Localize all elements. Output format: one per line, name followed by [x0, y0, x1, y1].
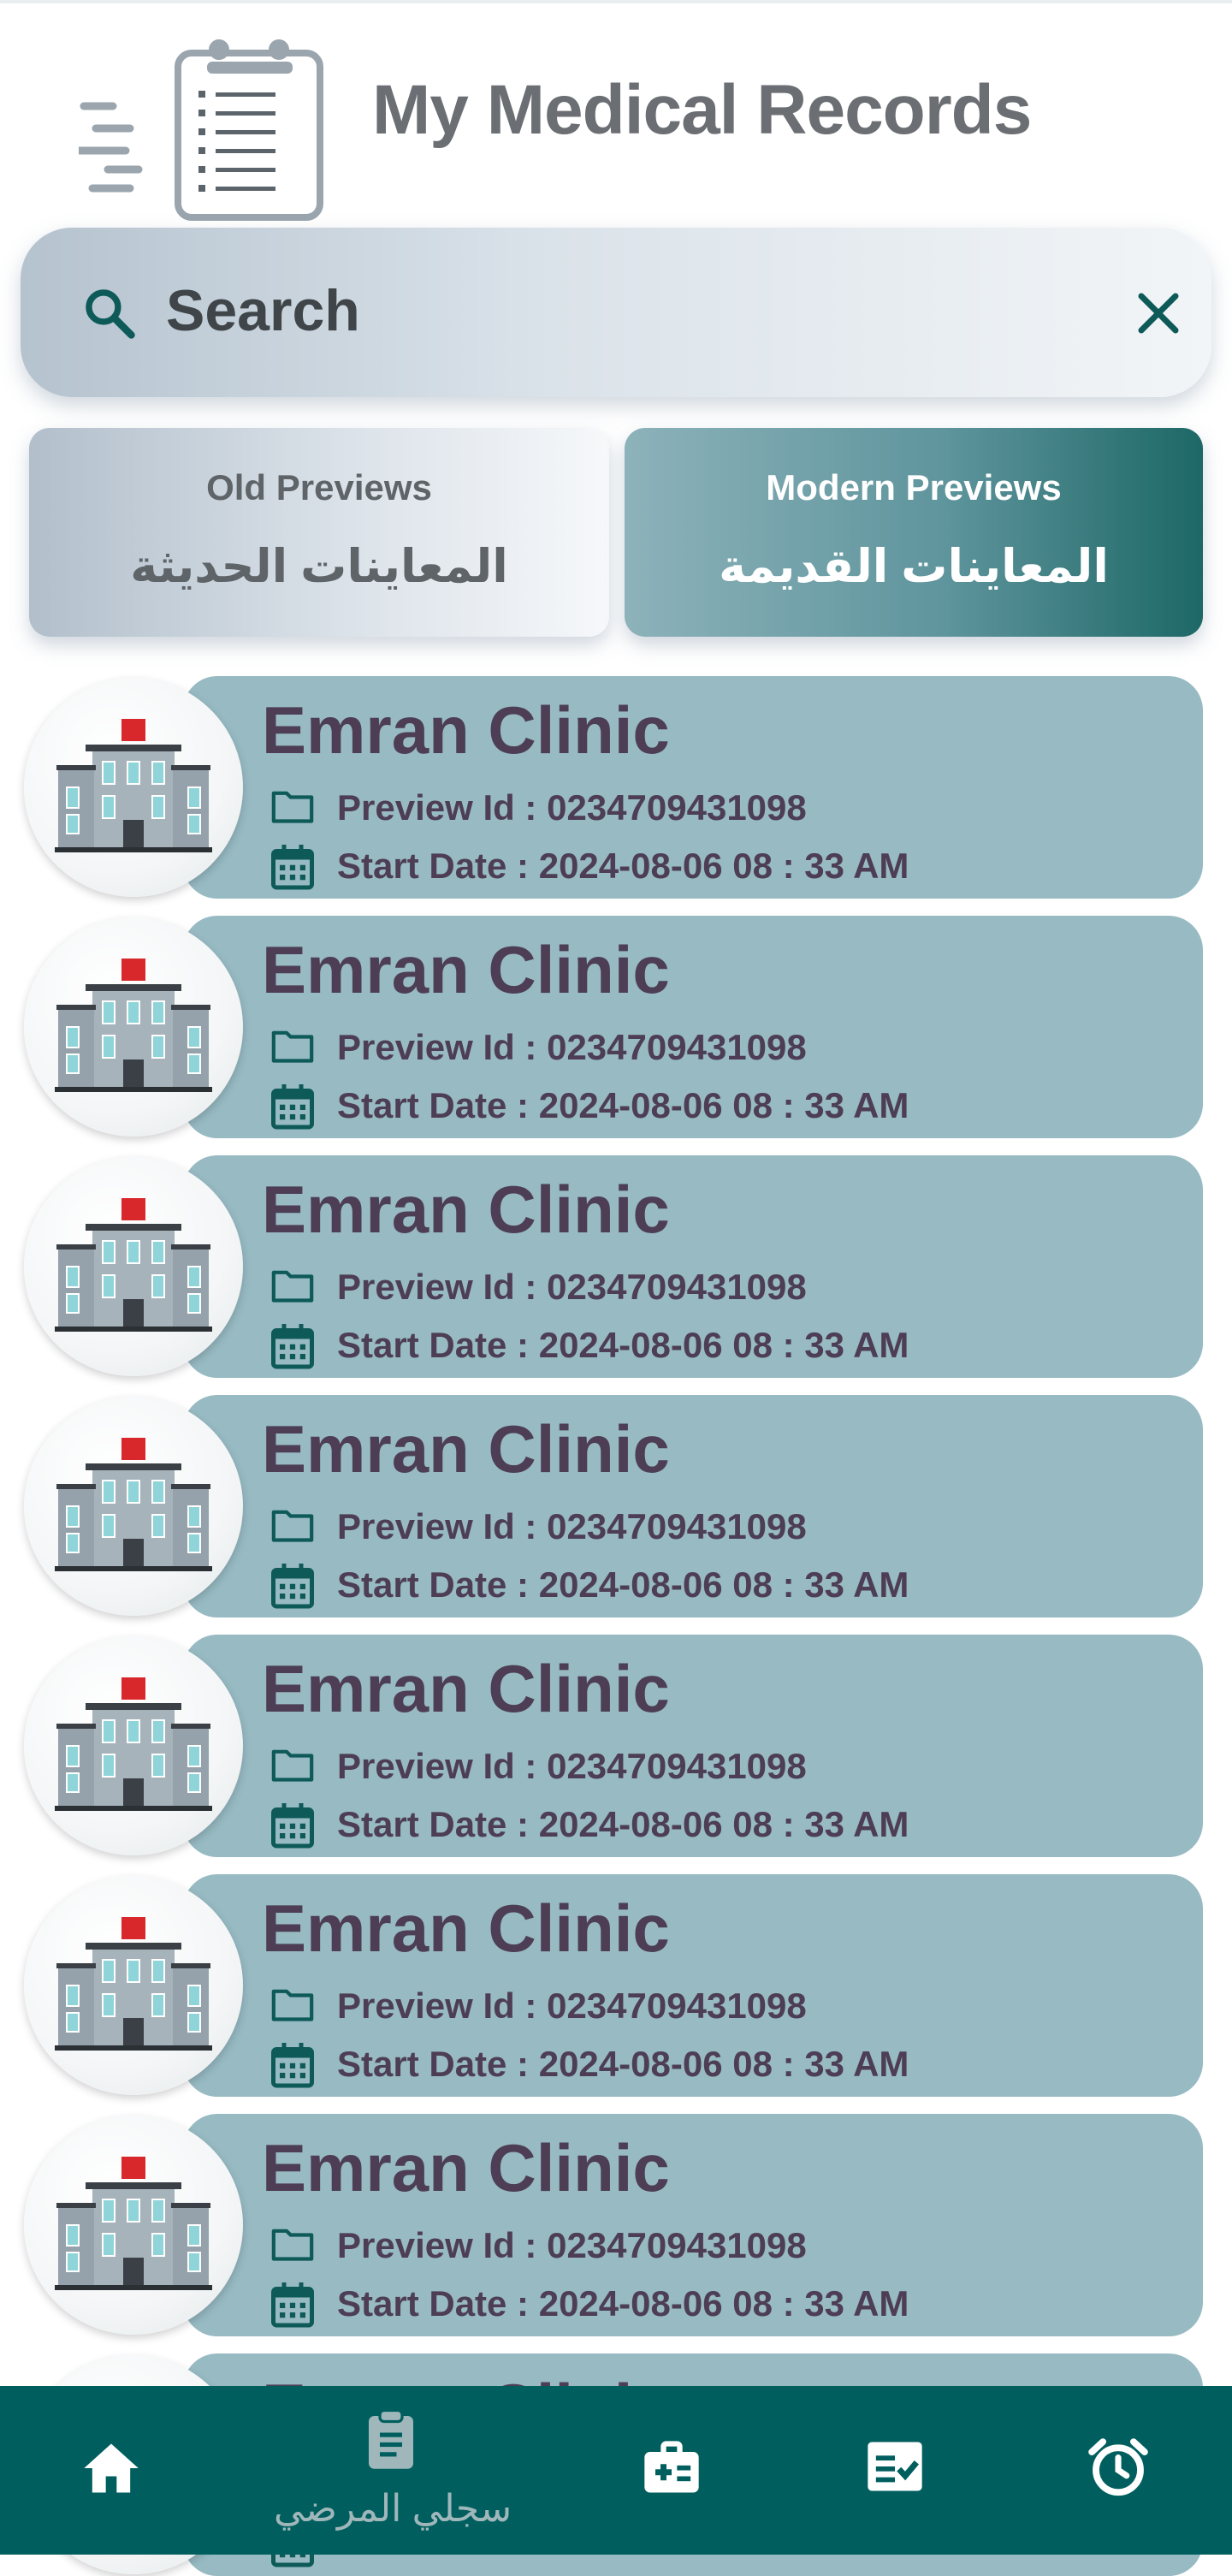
clinic-avatar: [24, 1636, 243, 1855]
preview-id: Preview Id : 0234709431098: [337, 1027, 807, 1067]
folder-icon: [271, 791, 314, 823]
folder-icon: [271, 1989, 314, 2021]
calendar-icon: [271, 1564, 314, 1609]
hospital-building-icon: [55, 1917, 212, 2051]
clipboard-list-icon: [79, 39, 323, 221]
tab-label-ar: المعاينات الحديثة: [130, 541, 508, 592]
clinic-avatar: [24, 2116, 243, 2335]
clipboard-icon: [369, 2408, 413, 2469]
page-title: My Medical Records: [372, 71, 1032, 149]
calendar-icon: [271, 2043, 314, 2088]
clinic-name: Emran Clinic: [262, 1651, 670, 1726]
search-icon[interactable]: [80, 284, 139, 342]
tab-label-en: Old Previews: [206, 467, 432, 507]
record-card[interactable]: Emran Clinic Preview Id : 0234709431098 St…: [0, 1874, 1232, 2097]
calendar-icon: [271, 845, 314, 890]
start-date: Start Date : 2024-08-06 08 : 33 AM: [337, 2283, 909, 2324]
record-card[interactable]: Emran Clinic Preview Id : 0234709431098 St…: [0, 1395, 1232, 1617]
nav-label: سجلي المرضي: [274, 2488, 512, 2530]
clinic-avatar: [24, 1397, 243, 1616]
folder-icon: [271, 1030, 314, 1063]
clinic-avatar: [24, 1157, 243, 1376]
nav-tasks[interactable]: [861, 2386, 929, 2555]
preview-id: Preview Id : 0234709431098: [337, 2225, 807, 2265]
tab-label-ar: المعاينات القديمة: [719, 541, 1109, 592]
clinic-name: Emran Clinic: [262, 1890, 670, 1966]
folder-icon: [271, 2229, 314, 2261]
start-date: Start Date : 2024-08-06 08 : 33 AM: [337, 1804, 909, 1844]
hospital-building-icon: [55, 719, 212, 852]
tab-old-previews[interactable]: Old Previews المعاينات الحديثة: [29, 428, 609, 637]
calendar-icon: [271, 1803, 314, 1849]
clinic-name: Emran Clinic: [262, 1411, 670, 1487]
start-date: Start Date : 2024-08-06 08 : 33 AM: [337, 846, 909, 886]
search-input[interactable]: Search: [166, 277, 360, 344]
record-card[interactable]: Emran Clinic Preview Id : 0234709431098 St…: [0, 2114, 1232, 2336]
status-strip: [0, 0, 1232, 3]
preview-id: Preview Id : 0234709431098: [337, 1506, 807, 1546]
tab-modern-previews[interactable]: Modern Previews المعاينات القديمة: [625, 428, 1203, 637]
folder-icon: [271, 1510, 314, 1542]
preview-id: Preview Id : 0234709431098: [337, 1985, 807, 2026]
start-date: Start Date : 2024-08-06 08 : 33 AM: [337, 1325, 909, 1365]
record-card[interactable]: Emran Clinic Preview Id : 0234709431098 St…: [0, 676, 1232, 899]
clinic-avatar: [24, 1876, 243, 2095]
task-list-icon: [868, 2442, 922, 2491]
hospital-building-icon: [55, 1198, 212, 1332]
clinic-avatar: [24, 917, 243, 1137]
calendar-icon: [271, 1324, 314, 1369]
nav-medical-record[interactable]: سجلي المرضي: [265, 2386, 522, 2555]
hospital-building-icon: [55, 1438, 212, 1571]
alarm-clock-icon: [1088, 2438, 1148, 2496]
preview-id: Preview Id : 0234709431098: [337, 1267, 807, 1307]
clinic-name: Emran Clinic: [262, 692, 670, 768]
hospital-building-icon: [55, 1677, 212, 1811]
record-card[interactable]: Emran Clinic Preview Id : 0234709431098 St…: [0, 1635, 1232, 1857]
hospital-building-icon: [55, 959, 212, 1092]
close-icon[interactable]: [1133, 288, 1184, 339]
nav-medical-kit[interactable]: [637, 2386, 706, 2555]
app-header: My Medical Records: [0, 17, 1232, 221]
preview-id: Preview Id : 0234709431098: [337, 1746, 807, 1786]
preview-id: Preview Id : 0234709431098: [337, 787, 807, 828]
start-date: Start Date : 2024-08-06 08 : 33 AM: [337, 1085, 909, 1125]
search-bar[interactable]: Search: [21, 228, 1211, 397]
start-date: Start Date : 2024-08-06 08 : 33 AM: [337, 2044, 909, 2084]
clinic-avatar: [24, 678, 243, 897]
bottom-nav: سجلي المرضي: [0, 2386, 1232, 2555]
clinic-name: Emran Clinic: [262, 932, 670, 1007]
medical-kit-icon: [644, 2441, 699, 2493]
calendar-icon: [271, 1084, 314, 1130]
folder-icon: [271, 1749, 314, 1782]
tab-label-en: Modern Previews: [766, 467, 1062, 507]
home-icon: [84, 2443, 139, 2493]
clinic-name: Emran Clinic: [262, 1172, 670, 1247]
folder-icon: [271, 1270, 314, 1303]
record-card[interactable]: Emran Clinic Preview Id : 0234709431098 St…: [0, 1155, 1232, 1378]
clinic-name: Emran Clinic: [262, 2130, 670, 2205]
start-date: Start Date : 2024-08-06 08 : 33 AM: [337, 1564, 909, 1605]
nav-alarm[interactable]: [1083, 2386, 1152, 2555]
record-card[interactable]: Emran Clinic Preview Id : 0234709431098 St…: [0, 916, 1232, 1138]
nav-home[interactable]: [77, 2386, 145, 2555]
calendar-icon: [271, 2282, 314, 2328]
hospital-building-icon: [55, 2157, 212, 2290]
